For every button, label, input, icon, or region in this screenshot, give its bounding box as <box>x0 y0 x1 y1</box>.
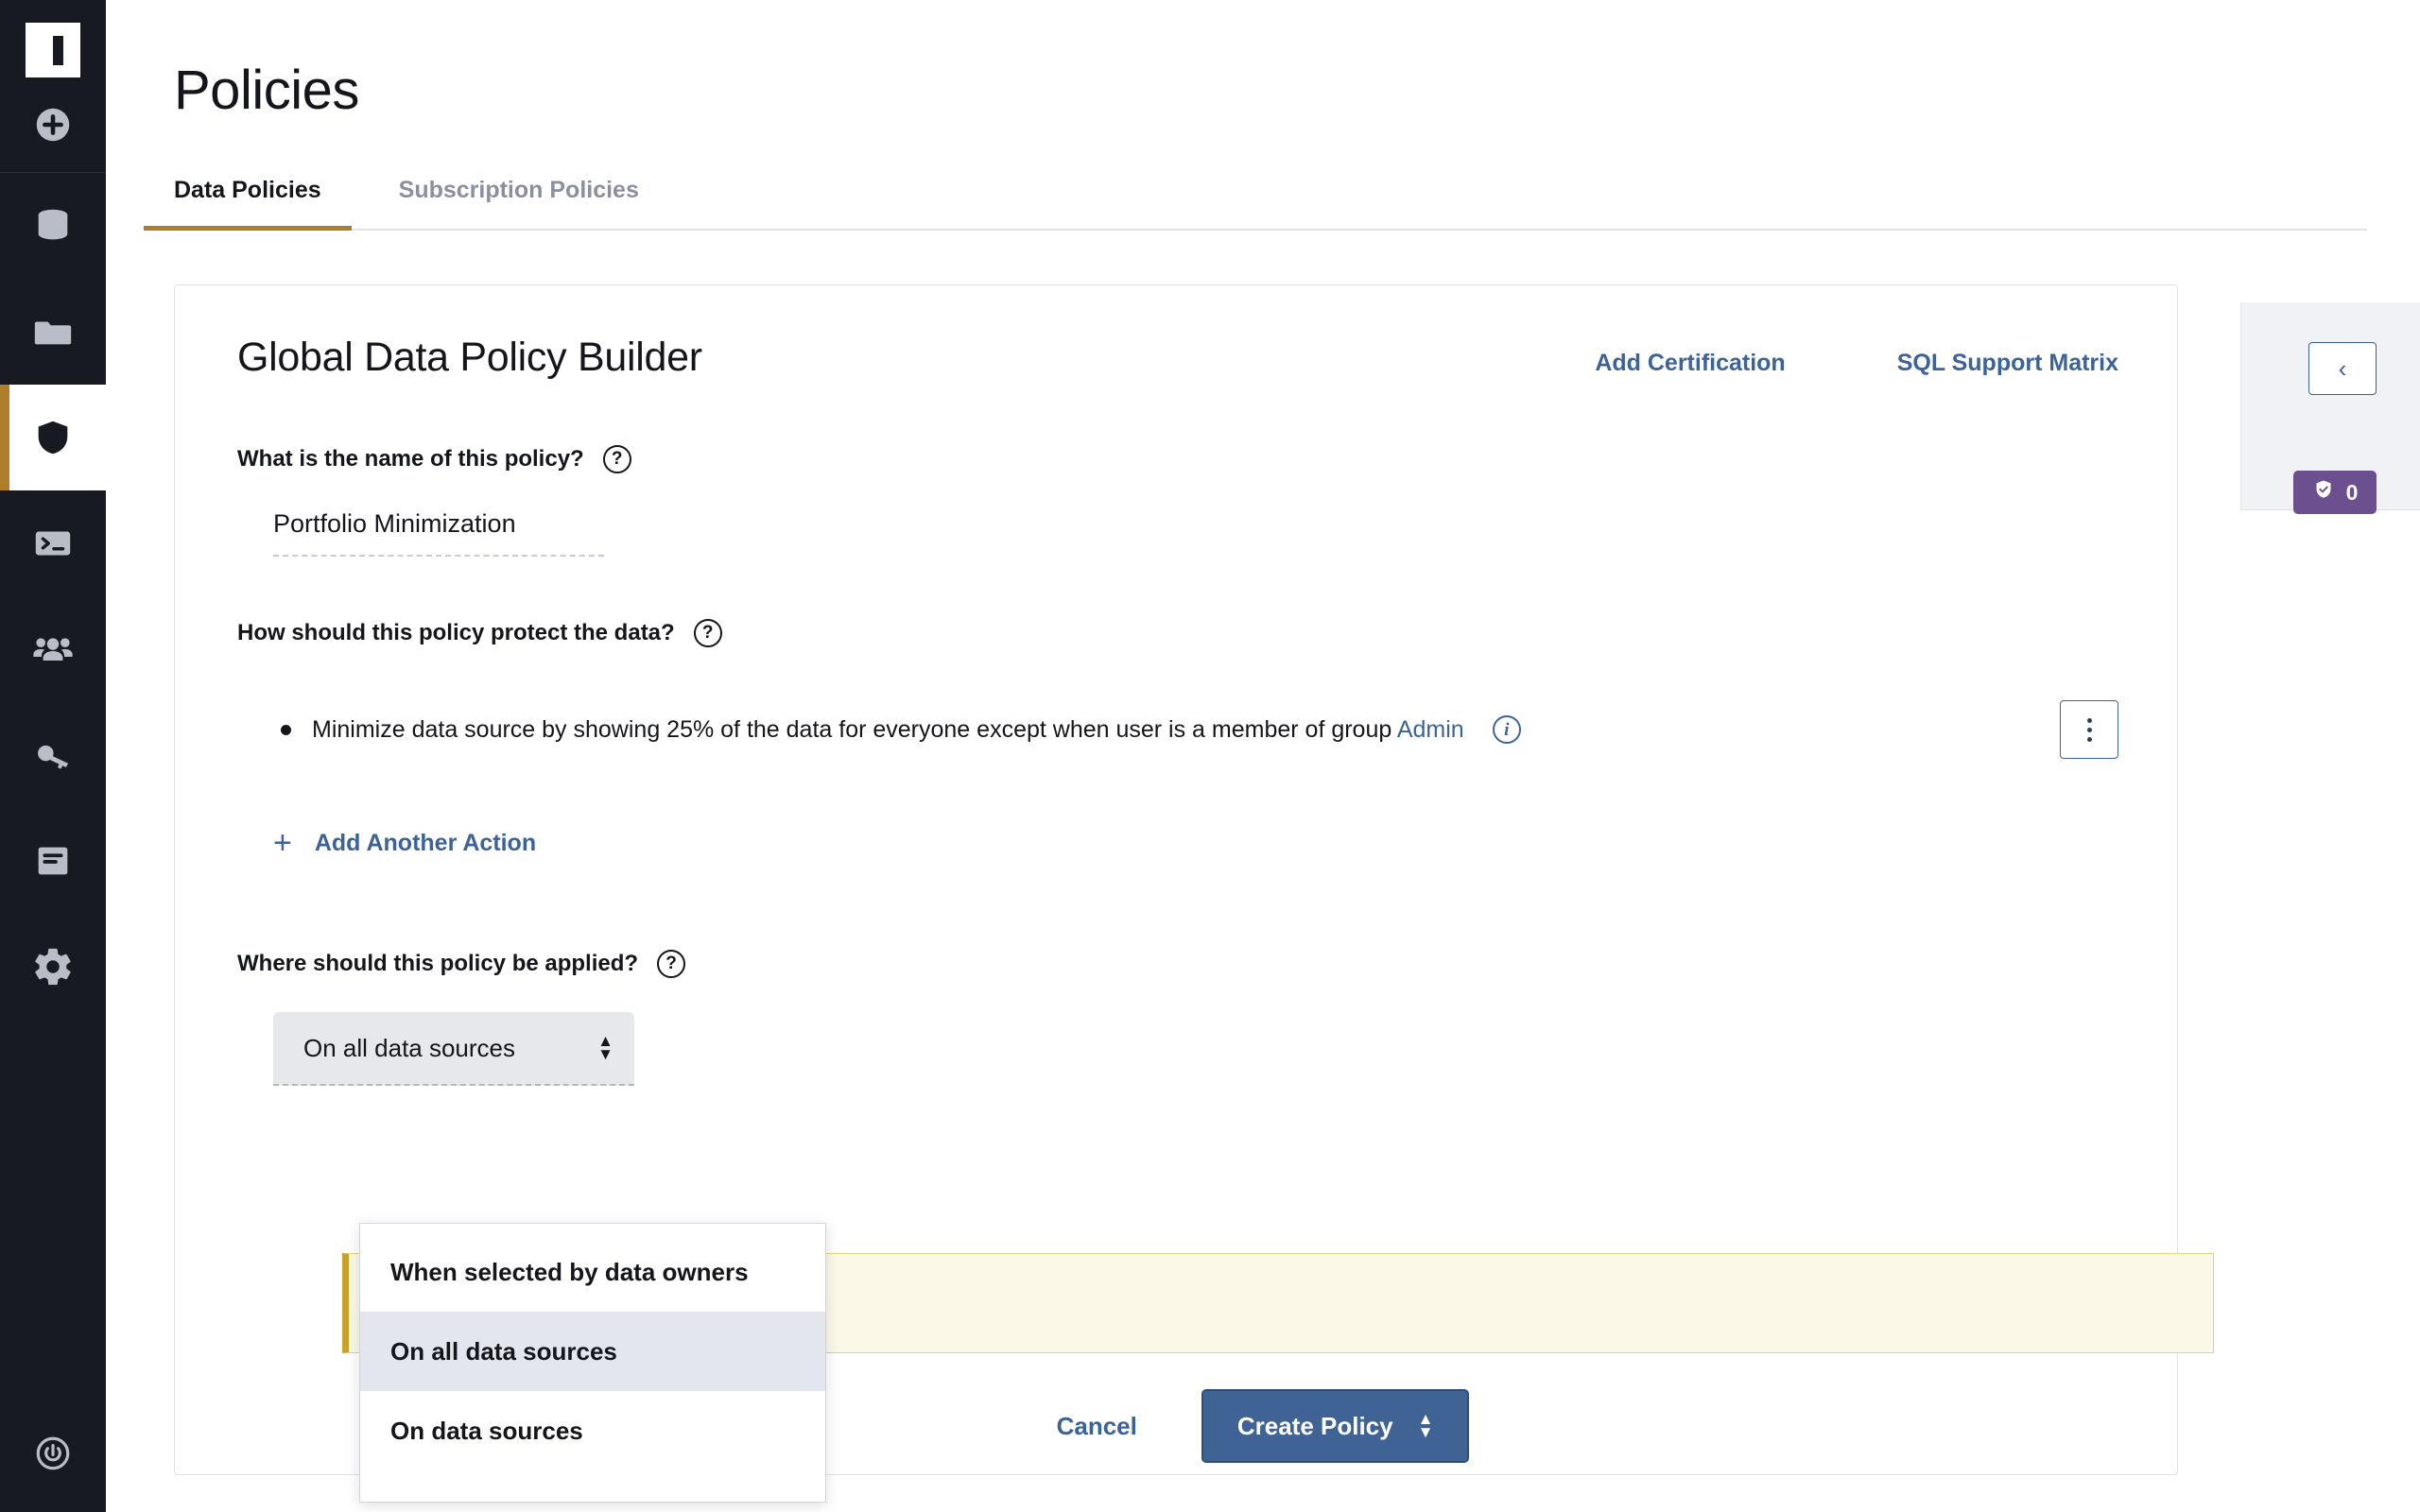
plus-icon: + <box>273 825 292 861</box>
main-content: Policies Data Policies Subscription Poli… <box>106 0 2420 1512</box>
policy-name-input[interactable] <box>273 509 604 557</box>
policy-rule-row: Minimize data source by showing 25% of t… <box>273 700 2118 759</box>
users-icon <box>30 627 76 672</box>
kebab-dot <box>2086 727 2092 732</box>
policy-protect-section: How should this policy protect the data?… <box>237 619 2118 859</box>
dropdown-option-when-selected-by-data-owners[interactable]: When selected by data owners <box>360 1232 825 1312</box>
plus-circle-icon <box>31 103 75 146</box>
sidebar-item-power[interactable] <box>0 1399 106 1512</box>
bullet-point <box>281 724 291 735</box>
policy-where-question-text: Where should this policy be applied? <box>237 951 639 976</box>
chevron-down-icon: ▼ <box>597 1045 614 1063</box>
policy-rule-text: Minimize data source by showing 25% of t… <box>312 716 1464 744</box>
collapse-panel-button[interactable]: ‹ <box>2308 342 2377 395</box>
folder-icon <box>31 310 75 353</box>
sidebar-item-reports[interactable] <box>0 808 106 914</box>
sidebar-item-policies[interactable] <box>0 385 106 490</box>
card-title: Global Data Policy Builder <box>237 335 702 380</box>
policy-name-section: What is the name of this policy? ? <box>237 445 2118 557</box>
dropdown-option-on-all-data-sources[interactable]: On all data sources <box>360 1312 825 1391</box>
policy-protect-question: How should this policy protect the data?… <box>237 619 2118 647</box>
sidebar-item-add-new[interactable] <box>0 77 106 172</box>
status-badge[interactable]: 0 <box>2293 471 2377 514</box>
shield-check-icon <box>2312 478 2335 507</box>
up-down-arrows-icon: ▲ ▼ <box>597 1032 614 1063</box>
sidebar-item-settings[interactable] <box>0 914 106 1020</box>
sidebar-item-data-sources[interactable] <box>0 173 106 279</box>
left-sidebar <box>0 0 106 1512</box>
tab-data-policies[interactable]: Data Policies <box>144 177 352 231</box>
question-mark-icon[interactable]: ? <box>657 950 686 978</box>
question-mark-icon[interactable]: ? <box>602 445 631 473</box>
chevron-up-icon: ▲ <box>1417 1410 1434 1428</box>
policy-rule-group-link[interactable]: Admin <box>1397 716 1464 743</box>
policy-rule-text-main: Minimize data source by showing 25% of t… <box>312 715 1397 743</box>
policy-name-question: What is the name of this policy? ? <box>237 445 2118 473</box>
shield-icon <box>31 416 75 459</box>
policy-where-question: Where should this policy be applied? ? <box>237 950 2118 978</box>
policy-name-question-text: What is the name of this policy? <box>237 446 584 472</box>
create-policy-button[interactable]: Create Policy ▲ ▼ <box>1201 1389 1470 1463</box>
info-circle-icon[interactable]: i <box>1492 715 1521 744</box>
chevron-down-icon: ▼ <box>1417 1423 1434 1441</box>
status-badge-count: 0 <box>2345 479 2359 505</box>
add-certification-link[interactable]: Add Certification <box>1595 350 1785 377</box>
card-header: Global Data Policy Builder Add Certifica… <box>237 335 2118 381</box>
policy-where-section: Where should this policy be applied? ? O… <box>237 950 2118 1086</box>
document-icon <box>31 839 75 883</box>
cancel-button[interactable]: Cancel <box>1057 1412 1137 1441</box>
app-logo[interactable] <box>26 23 80 77</box>
kebab-dot <box>2086 717 2092 723</box>
tab-subscription-policies[interactable]: Subscription Policies <box>399 177 639 229</box>
page-title: Policies <box>174 60 359 121</box>
sidebar-item-keys[interactable] <box>0 702 106 808</box>
add-another-action-button[interactable]: + Add Another Action <box>273 827 536 859</box>
key-icon <box>31 733 75 777</box>
sidebar-item-groups[interactable] <box>0 596 106 702</box>
logo-bar <box>53 35 63 65</box>
sql-support-matrix-link[interactable]: SQL Support Matrix <box>1897 350 2118 377</box>
policy-name-input-wrap <box>273 509 604 557</box>
tab-bar: Data Policies Subscription Policies <box>144 177 2367 231</box>
apply-scope-select[interactable]: On all data sources ▲ ▼ <box>273 1012 634 1086</box>
question-mark-icon[interactable]: ? <box>693 619 722 647</box>
sidebar-item-projects[interactable] <box>0 279 106 385</box>
sidebar-item-query-console[interactable] <box>0 490 106 596</box>
apply-scope-dropdown-menu: When selected by data owners On all data… <box>359 1223 826 1503</box>
policy-protect-question-text: How should this policy protect the data? <box>237 620 675 645</box>
up-down-arrows-icon: ▲ ▼ <box>1417 1410 1434 1441</box>
chevron-up-icon: ▲ <box>597 1032 614 1050</box>
create-policy-label: Create Policy <box>1236 1411 1393 1440</box>
add-another-action-label: Add Another Action <box>314 829 537 856</box>
gear-icon <box>31 945 75 988</box>
terminal-icon <box>31 522 75 565</box>
app-root: Policies Data Policies Subscription Poli… <box>0 0 2420 1512</box>
power-icon <box>33 1434 73 1478</box>
kebab-menu-icon[interactable] <box>2060 700 2118 759</box>
chevron-left-icon: ‹ <box>2338 353 2347 383</box>
card-header-links: Add Certification SQL Support Matrix <box>1483 350 2118 377</box>
kebab-dot <box>2086 736 2092 742</box>
dropdown-option-on-data-sources[interactable]: On data sources <box>360 1391 825 1470</box>
apply-scope-selected-value: On all data sources <box>303 1033 516 1062</box>
database-icon <box>31 204 75 248</box>
